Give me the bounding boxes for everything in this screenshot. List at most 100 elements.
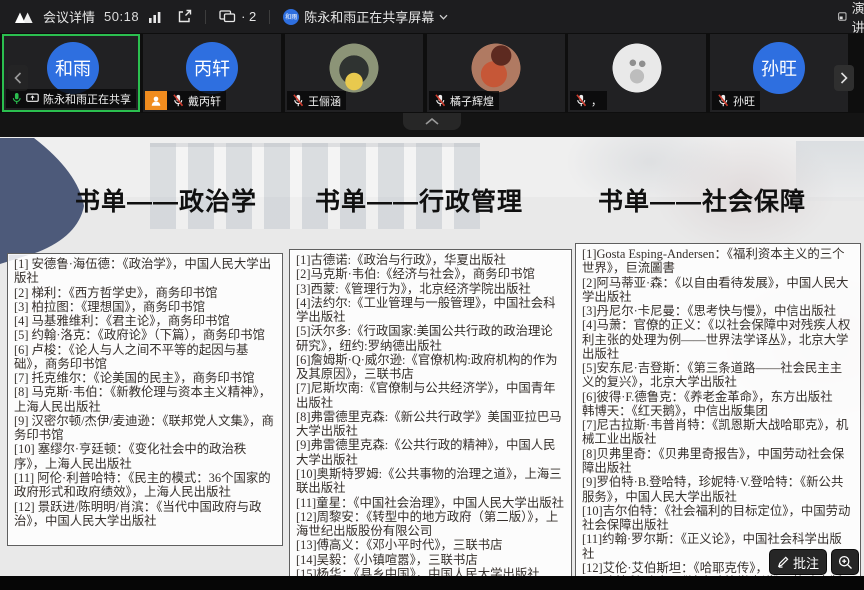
scroll-right-button[interactable]	[834, 65, 854, 91]
column-title-politics: 书单——政治学	[75, 182, 257, 218]
meeting-window: 会议详情 50:18 · 2 和雨 陈永和雨正在共享屏幕 演讲 和雨	[0, 0, 864, 590]
participant-name: 橘子辉煌	[450, 93, 494, 109]
video-tile[interactable]: 王俪涵	[285, 34, 423, 112]
book-entry: [8]贝弗里奇：《贝弗里奇报告》，中国劳动社会保障出版社	[582, 447, 854, 476]
magnify-button[interactable]	[831, 549, 859, 575]
book-entry: [6] 卢梭：《论人与人之间不平等的起因与基础》，商务印书馆	[14, 343, 276, 372]
display-count[interactable]: · 2	[219, 9, 256, 24]
book-list-administration: [1]古德诺:《政治与行政》，华夏出版社[2]马克斯·韦伯:《经济与社会》，商务…	[289, 249, 572, 590]
book-entry: [9]罗伯特·B.登哈特，珍妮特·V.登哈特：《新公共服务》，中国人民大学出版社	[582, 475, 854, 504]
book-list-social-security: [1]Gosta Esping-Andersen：《福利资本主义的三个世界》，巨…	[575, 243, 861, 590]
book-entry: [7] 托克维尔：《论美国的民主》，商务印书馆	[14, 371, 276, 385]
book-entry: [5]沃尔多:《行政国家:美国公共行政的政治理论研究》，纽约:罗纳德出版社	[296, 324, 565, 353]
display-count-label: · 2	[241, 9, 256, 24]
book-entry: [1]Gosta Esping-Andersen：《福利资本主义的三个世界》，巨…	[582, 247, 854, 276]
book-entry: [10]奥斯特罗姆:《公共事物的治理之道》，上海三联出版社	[296, 467, 565, 496]
book-entry: [2]马克斯·韦伯:《经济与社会》，商务印书馆	[296, 267, 565, 281]
background-building	[796, 141, 864, 201]
book-entry: [10]吉尔伯特：《社会福利的目标定位》，中国劳动社会保障出版社	[582, 504, 854, 533]
participant-name: 孙旺	[733, 93, 755, 109]
book-entry: [4] 马基雅维利：《君主论》，商务印书馆	[14, 314, 276, 328]
participant-name-tag: ，	[570, 91, 607, 110]
mic-muted-icon	[292, 94, 304, 107]
video-tile[interactable]: 橘子辉煌	[427, 34, 565, 112]
annotate-label: 批注	[793, 553, 819, 572]
book-entry: [8]弗雷德里克森:《新公共行政学》美国亚拉巴马大学出版社	[296, 410, 565, 439]
mic-muted-icon	[717, 94, 729, 107]
pencil-icon	[777, 556, 789, 568]
participant-name-tag: 王俪涵	[287, 91, 346, 110]
open-external-icon[interactable]	[177, 9, 192, 24]
avatar-image	[611, 42, 663, 94]
participant-name-tag: 橘子辉煌	[429, 91, 499, 110]
book-entry: [6]彼得·F.德鲁克：《养老金革命》，东方出版社	[582, 390, 854, 404]
book-entry: [11] 阿伦·利普哈特：《民主的模式：36个国家的政府形式和政府绩效》，上海人…	[14, 471, 276, 500]
book-entry: [3] 柏拉图：《理想国》，商务印书馆	[14, 300, 276, 314]
member-badge-icon	[145, 91, 167, 110]
book-entry: [7]尼古拉斯·韦普肖特：《凯恩斯大战哈耶克》，机械工业出版社	[582, 418, 854, 447]
participant-name-tag: 陈永和雨正在共享	[6, 89, 136, 108]
book-entry: [5] 约翰·洛克：《政府论》（下篇），商务印书馆	[14, 328, 276, 342]
collapse-strip-button[interactable]	[403, 113, 461, 130]
topbar-divider	[205, 10, 206, 24]
participant-name-tag: 孙旺	[712, 91, 760, 110]
book-entry: [12]周黎安：《转型中的地方政府（第二版）》，上海世纪出版股份有限公司	[296, 510, 565, 539]
view-mode-toggle[interactable]: 演讲	[838, 0, 864, 33]
meeting-timer: 50:18	[104, 9, 139, 24]
avatar-image	[470, 42, 522, 94]
book-entry: [12] 景跃进/陈明明/肖滨：《当代中国政府与政治》，中国人民大学出版社	[14, 500, 276, 529]
book-entry: [8] 马克斯·韦伯：《新教伦理与资本主义精神》，上海人民出版社	[14, 385, 276, 414]
avatar: 和雨	[47, 42, 99, 94]
video-strip: 和雨 陈永和雨正在共享 丙轩 戴丙轩 王俪涵	[0, 33, 864, 113]
chevron-left-icon	[14, 72, 22, 84]
mic-muted-icon	[575, 94, 587, 107]
meeting-details-button[interactable]: 会议详情	[43, 7, 95, 26]
video-tile[interactable]: ，	[568, 34, 706, 112]
book-entry: [4]法约尔:《工业管理与一般管理》，中国社会科学出版社	[296, 296, 565, 325]
top-bar: 会议详情 50:18 · 2 和雨 陈永和雨正在共享屏幕 演讲	[0, 0, 864, 33]
video-tile[interactable]: 丙轩 戴丙轩	[143, 34, 281, 112]
column-title-social-security: 书单——社会保障	[598, 182, 806, 218]
book-entry: [10] 塞缪尔·亨廷顿：《变化社会中的政治秩序》，上海人民出版社	[14, 442, 276, 471]
chevron-up-icon	[425, 118, 439, 125]
bottom-letterbox	[0, 576, 864, 590]
book-entry: [7]尼斯坎南:《官僚制与公共经济学》，中国青年出版社	[296, 381, 565, 410]
view-mode-label: 演讲	[852, 0, 864, 36]
magnifier-plus-icon	[838, 555, 853, 570]
column-title-administration: 书单——行政管理	[315, 182, 523, 218]
scroll-left-button[interactable]	[8, 65, 28, 91]
book-entry: [9]弗雷德里克森:《公共行政的精神》，中国人民大学出版社	[296, 438, 565, 467]
annotate-button[interactable]: 批注	[769, 549, 827, 575]
book-entry: [3]丹尼尔·卡尼曼：《思考快与慢》，中信出版社	[582, 304, 854, 318]
layout-icon	[838, 10, 847, 23]
mic-muted-icon	[434, 94, 446, 107]
sharing-banner-dropdown[interactable]: 和雨 陈永和雨正在共享屏幕	[283, 7, 448, 26]
book-entry: [4]马萧：官僚的正义：《以社会保障中对残疾人权利主张的处理为例——世界法学译丛…	[582, 318, 854, 361]
book-entry: [5]安东尼·吉登斯：《第三条道路——社会民主主义的复兴》，北京大学出版社	[582, 361, 854, 390]
network-signal-icon	[148, 11, 162, 23]
sharing-banner-label: 陈永和雨正在共享屏幕	[304, 7, 434, 26]
book-entry: [1]古德诺:《政治与行政》，华夏出版社	[296, 253, 565, 267]
sharer-avatar: 和雨	[283, 9, 299, 25]
book-entry: [2]阿马蒂亚·森：《以自由看待发展》，中国人民大学出版社	[582, 276, 854, 305]
chevron-right-icon	[840, 72, 848, 84]
book-entry: 韩博天：《红天鹅》，中信出版集团	[582, 404, 854, 418]
book-entry: [3]西蒙:《管理行为》，北京经济学院出版社	[296, 282, 565, 296]
book-entry: [9] 汉密尔顿/杰伊/麦迪逊：《联邦党人文集》，商务印书馆	[14, 414, 276, 443]
book-entry: [1] 安德鲁·海伍德：《政治学》，中国人民大学出版社	[14, 257, 276, 286]
avatar: 孙旺	[753, 42, 805, 94]
avatar: 丙轩	[186, 42, 238, 94]
book-entry: [11]童星：《中国社会治理》，中国人民大学出版社	[296, 496, 565, 510]
chevron-down-icon	[439, 14, 448, 20]
app-logo-icon	[14, 10, 34, 24]
video-tile[interactable]: 孙旺 孙旺	[710, 34, 848, 112]
book-list-politics: [1] 安德鲁·海伍德：《政治学》，中国人民大学出版社[2] 梯利：《西方哲学史…	[7, 253, 283, 546]
shared-screen: 书单——政治学 书单——行政管理 书单——社会保障 [1] 安德鲁·海伍德：《政…	[0, 137, 864, 590]
mic-muted-icon	[172, 94, 184, 107]
book-entry: [13]傅高义：《邓小平时代》，三联书店	[296, 538, 565, 552]
participant-name: 陈永和雨正在共享	[43, 91, 131, 107]
participant-name: ，	[591, 93, 602, 109]
screen-share-icon	[26, 93, 39, 104]
participant-name: 戴丙轩	[188, 93, 221, 109]
book-entry: [6]詹姆斯·Q·威尔逊:《官僚机构:政府机构的作为及其原因》，三联书店	[296, 353, 565, 382]
